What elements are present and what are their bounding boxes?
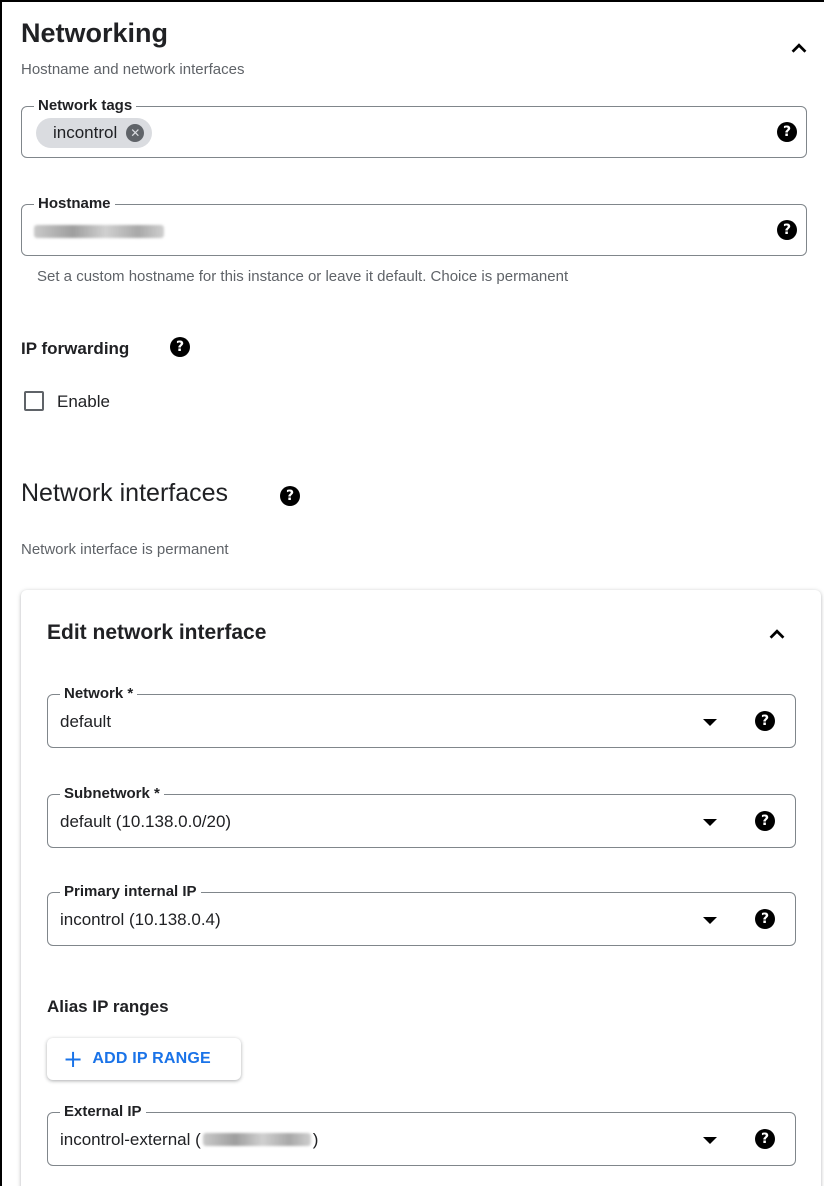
network-select[interactable]: Network * default ? — [47, 685, 796, 748]
hostname-hint: Set a custom hostname for this instance … — [37, 268, 569, 285]
network-value: default — [60, 712, 112, 731]
arrow-drop-down-icon[interactable] — [703, 917, 717, 924]
chevron-up-icon[interactable] — [766, 623, 788, 645]
plus-icon: + — [63, 1045, 84, 1073]
primary-internal-ip-label: Primary internal IP — [60, 883, 201, 901]
external-ip-label: External IP — [60, 1103, 146, 1121]
hostname-field[interactable]: Hostname ? — [21, 195, 807, 256]
subnetwork-select[interactable]: Subnetwork * default (10.138.0.0/20) ? — [47, 785, 796, 848]
arrow-drop-down-icon[interactable] — [703, 1137, 717, 1144]
primary-internal-ip-value: incontrol (10.138.0.4) — [60, 910, 221, 929]
network-tags-field[interactable]: Network tags incontrol ✕ ? — [21, 97, 807, 158]
external-ip-select[interactable]: External IP incontrol-external ( ) ? — [47, 1103, 796, 1166]
arrow-drop-down-icon[interactable] — [703, 819, 717, 826]
network-interfaces-title: Network interfaces — [21, 479, 229, 507]
network-tag-chip[interactable]: incontrol ✕ — [36, 118, 153, 148]
chip-remove-icon[interactable]: ✕ — [126, 124, 145, 142]
chevron-up-icon[interactable] — [788, 37, 810, 59]
add-ip-range-label: ADD IP RANGE — [92, 1050, 211, 1067]
help-icon[interactable]: ? — [777, 122, 797, 142]
window-left-border — [0, 0, 2, 1186]
ip-forwarding-label: IP forwarding — [21, 339, 130, 358]
network-interfaces-subtitle: Network interface is permanent — [21, 541, 229, 558]
network-tags-label: Network tags — [34, 97, 137, 115]
help-icon[interactable]: ? — [777, 220, 797, 240]
help-icon[interactable]: ? — [755, 909, 775, 929]
external-ip-redacted-value — [202, 1133, 311, 1146]
subnetwork-label: Subnetwork * — [60, 785, 164, 803]
alias-ip-ranges-label: Alias IP ranges — [47, 997, 169, 1016]
subnetwork-value: default (10.138.0.0/20) — [60, 812, 232, 831]
hostname-label: Hostname — [34, 195, 115, 213]
window-top-border — [0, 0, 824, 2]
arrow-drop-down-icon[interactable] — [703, 719, 717, 726]
external-ip-value: incontrol-external ( ) — [60, 1130, 318, 1150]
help-icon[interactable]: ? — [280, 486, 300, 506]
help-icon[interactable]: ? — [755, 711, 775, 731]
help-icon[interactable]: ? — [170, 337, 190, 357]
help-icon[interactable]: ? — [755, 1129, 775, 1149]
edit-network-interface-title: Edit network interface — [47, 621, 267, 644]
networking-title: Networking — [21, 18, 169, 48]
network-label: Network * — [60, 685, 138, 703]
external-ip-value-prefix: incontrol-external ( — [60, 1130, 201, 1149]
external-ip-value-suffix: ) — [312, 1130, 319, 1149]
add-ip-range-button[interactable]: + ADD IP RANGE — [47, 1038, 241, 1080]
hostname-redacted-value — [34, 225, 164, 238]
ip-forwarding-checkbox-label[interactable]: Enable — [57, 392, 110, 412]
ip-forwarding-checkbox[interactable] — [24, 391, 44, 411]
help-icon[interactable]: ? — [755, 811, 775, 831]
primary-internal-ip-select[interactable]: Primary internal IP incontrol (10.138.0.… — [47, 883, 796, 946]
networking-subtitle: Hostname and network interfaces — [21, 61, 245, 78]
network-tag-chip-label: incontrol — [53, 123, 118, 142]
